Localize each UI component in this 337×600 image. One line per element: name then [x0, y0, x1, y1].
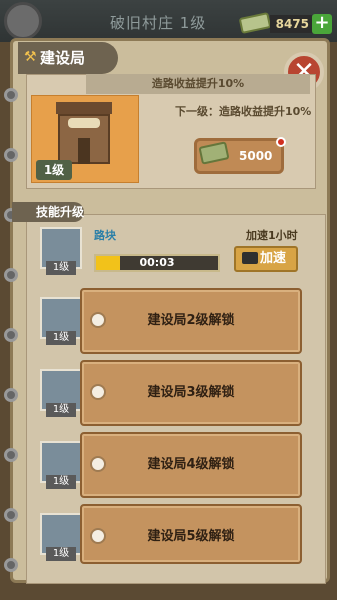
- village-title: 破旧村庄 1级: [110, 14, 207, 32]
- add-money-button[interactable]: +: [312, 14, 332, 34]
- locked-skill[interactable]: 建设局4级解锁: [80, 432, 302, 498]
- locked-skill[interactable]: 建设局2级解锁: [80, 288, 302, 354]
- skill-level: 1级: [46, 547, 76, 561]
- progress-timer: 00:03: [139, 256, 175, 269]
- skill-level: 1级: [46, 475, 76, 489]
- skill-name: 路块: [94, 229, 116, 242]
- upgrade-progress-bar: 00:03: [94, 254, 220, 272]
- lock-seal-icon: [90, 384, 106, 400]
- lock-seal-icon: [90, 312, 106, 328]
- settings-icon[interactable]: [4, 2, 42, 40]
- locked-skill[interactable]: 建设局5级解锁: [80, 504, 302, 564]
- skill-level: 1级: [46, 331, 76, 345]
- building-sign: [68, 118, 100, 128]
- notification-dot: [276, 137, 286, 147]
- locked-skill[interactable]: 建设局3级解锁: [80, 360, 302, 426]
- skill-row-road: 1级 路块 加速1小时 00:03 加速: [30, 218, 320, 286]
- building-roof: [56, 102, 112, 114]
- speedup-label: 加速1小时: [246, 229, 298, 242]
- skill-level: 1级: [46, 261, 76, 275]
- lock-seal-icon: [90, 456, 106, 472]
- building-door: [78, 138, 90, 164]
- video-icon: [242, 252, 258, 264]
- current-bonus: 造路收益提升10%: [86, 74, 310, 94]
- lock-seal-icon: [90, 528, 106, 544]
- building-level-badge: 1级: [36, 160, 72, 180]
- next-level-bonus: 下一级：造路收益提升10%: [175, 105, 312, 118]
- hammer-icon: ⚒: [24, 49, 37, 65]
- money-counter: 8475: [270, 15, 312, 33]
- skill-level: 1级: [46, 403, 76, 417]
